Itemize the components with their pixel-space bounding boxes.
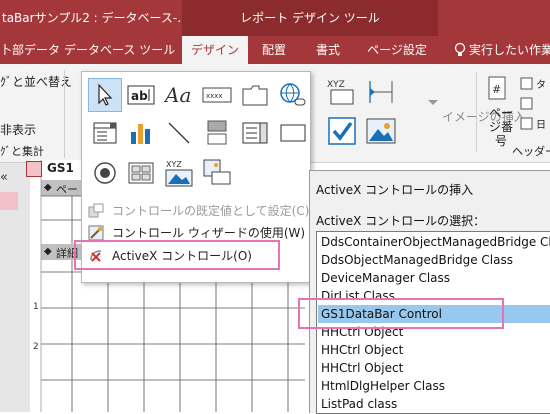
svg-text:XYZ: XYZ bbox=[166, 160, 182, 169]
list-item[interactable]: DeviceManager Class bbox=[321, 269, 450, 287]
tab-page-setup[interactable]: ページ設定 bbox=[360, 36, 434, 64]
dialog-select-label: ActiveX コントロールの選択： bbox=[316, 214, 486, 228]
line-icon[interactable] bbox=[162, 116, 196, 150]
tab-database-tools[interactable]: データベース ツール bbox=[64, 36, 175, 64]
report-tab-title[interactable]: GS1 bbox=[47, 161, 74, 175]
list-item[interactable]: HHCtrl Object bbox=[321, 341, 403, 359]
group-label-header-footer: ヘッダー/フ bbox=[512, 145, 550, 158]
svg-text:日: 日 bbox=[536, 120, 546, 131]
collapse-pane-icon[interactable]: « bbox=[0, 170, 16, 186]
tell-me-box[interactable]: 実行したい作業を bbox=[469, 36, 550, 64]
subform-icon[interactable] bbox=[124, 156, 158, 190]
svg-text:タ: タ bbox=[536, 79, 546, 91]
chart-icon[interactable] bbox=[124, 116, 158, 150]
report-tab-icon bbox=[26, 161, 42, 177]
wizard-icon bbox=[88, 225, 104, 241]
list-item[interactable]: HHCtrl Object bbox=[321, 359, 403, 377]
list-item[interactable]: HtmlDlgHelper Class bbox=[321, 377, 445, 395]
label-icon[interactable]: Aa bbox=[162, 78, 196, 112]
select-pointer-icon[interactable] bbox=[88, 78, 122, 112]
svg-text:Aa: Aa bbox=[164, 83, 191, 107]
page-number-button[interactable]: ページ番号 bbox=[486, 106, 516, 148]
dropdown-arrow-icon bbox=[425, 96, 441, 108]
rectangle-icon[interactable] bbox=[276, 116, 310, 150]
highlight-gs1-item bbox=[298, 298, 504, 329]
checkbox-icon[interactable] bbox=[325, 114, 359, 148]
hide-details-button[interactable]: 非表示 bbox=[0, 121, 36, 138]
tab-external-data[interactable]: 卜部データ bbox=[0, 36, 60, 64]
list-item[interactable]: DdsObjectManagedBridge Class bbox=[321, 251, 513, 269]
svg-text:xxxx: xxxx bbox=[206, 92, 223, 100]
set-default-menu-item[interactable]: コントロールの既定値として設定(C) bbox=[82, 200, 310, 222]
lightbulb-icon bbox=[452, 42, 468, 58]
image-icon[interactable] bbox=[364, 114, 398, 148]
page-number-icon: # bbox=[487, 76, 509, 102]
window-title: taBarサンプル2 : データベース-… bbox=[2, 11, 184, 25]
list-box-icon[interactable] bbox=[238, 116, 272, 150]
svg-text:ab: ab bbox=[131, 89, 148, 103]
tab-control-icon[interactable] bbox=[238, 78, 272, 112]
svg-text:XYZ: XYZ bbox=[327, 80, 345, 90]
unbound-object-icon[interactable] bbox=[200, 156, 234, 190]
group-and-sort-button[interactable]: ｸﾞと並べ替え bbox=[0, 73, 72, 90]
context-tab-group-label: レポート デザイン ツール bbox=[182, 0, 438, 36]
section-arrow-icon: ◆ bbox=[44, 182, 52, 193]
dialog-title: ActiveX コントロールの挿入 bbox=[316, 183, 474, 197]
bound-object-frame-icon[interactable]: XYZ bbox=[325, 77, 359, 107]
tab-format[interactable]: 書式 bbox=[300, 36, 356, 64]
tab-arrange[interactable]: 配置 bbox=[252, 36, 296, 64]
header-footer-icons: タ日 bbox=[519, 76, 550, 136]
list-item[interactable]: DdsContainerObjectManagedBridge Class bbox=[321, 233, 550, 251]
section-page-header[interactable]: ペー bbox=[56, 181, 78, 197]
nav-item-selected[interactable] bbox=[0, 192, 18, 210]
ruler-mark: 2 bbox=[33, 342, 39, 352]
list-item[interactable]: ListPad class bbox=[321, 395, 397, 413]
object-frame-icon[interactable]: XYZ bbox=[162, 156, 196, 190]
ruler-mark: 1 bbox=[33, 302, 39, 312]
set-default-icon bbox=[88, 203, 104, 219]
group-label-grouping: ｸﾞと集計 bbox=[0, 145, 44, 158]
ribbon-separator bbox=[476, 72, 477, 152]
insert-page-break-icon[interactable] bbox=[364, 77, 398, 107]
ribbon-separator bbox=[64, 70, 65, 158]
combo-box-icon[interactable] bbox=[88, 116, 122, 150]
button-icon[interactable]: xxxx bbox=[200, 78, 234, 112]
tab-design[interactable]: デザイン bbox=[182, 36, 248, 64]
page-break-icon[interactable] bbox=[200, 116, 234, 150]
option-button-icon[interactable] bbox=[88, 156, 122, 190]
svg-text:#: # bbox=[492, 83, 501, 96]
section-arrow-icon: ◆ bbox=[44, 246, 52, 257]
hyperlink-icon[interactable] bbox=[276, 78, 310, 112]
textbox-icon[interactable]: ab bbox=[124, 78, 158, 112]
highlight-activex-menu bbox=[74, 240, 280, 270]
